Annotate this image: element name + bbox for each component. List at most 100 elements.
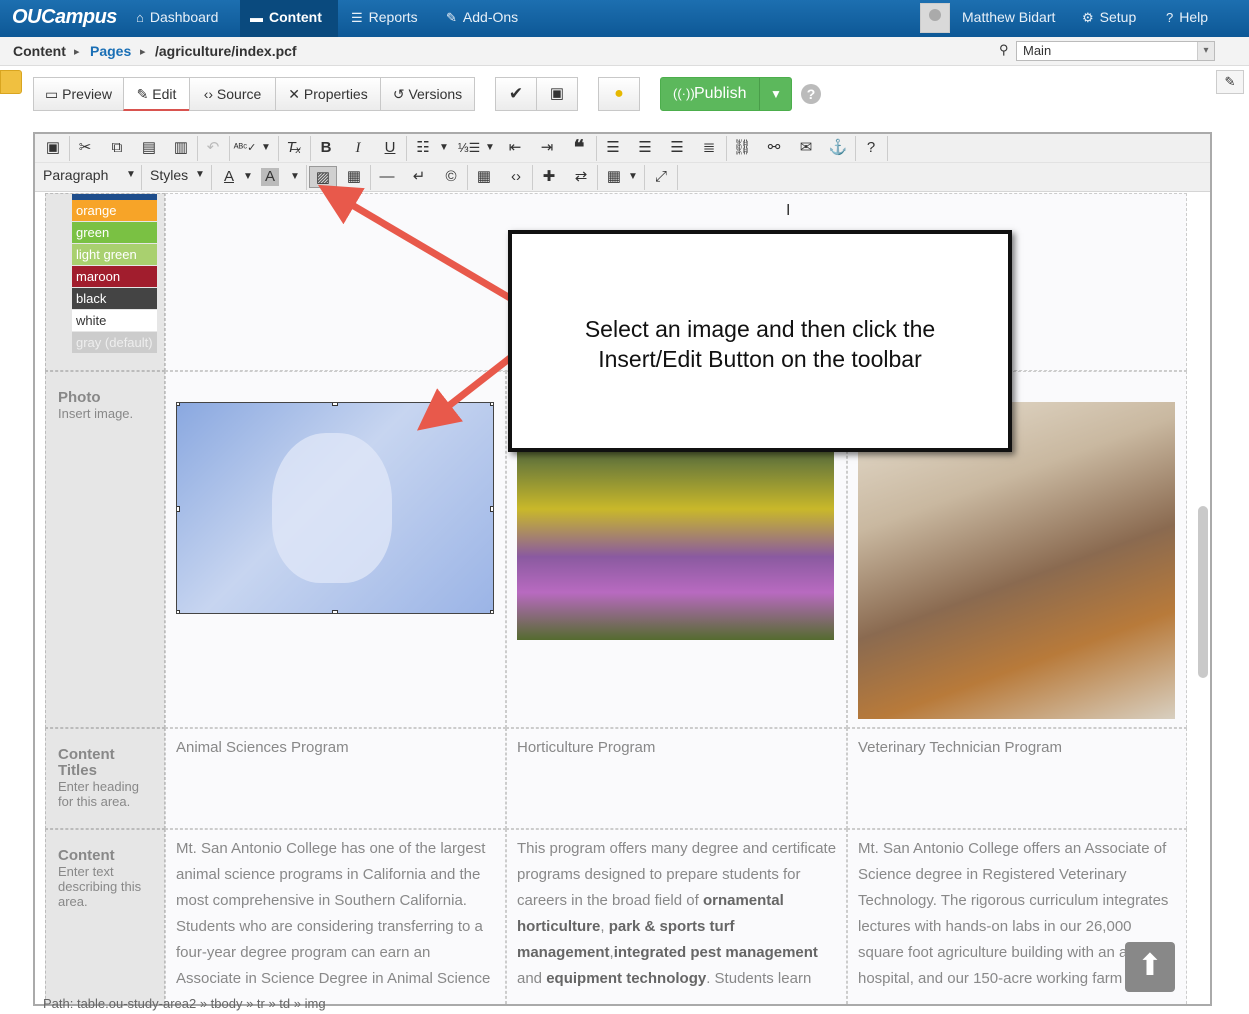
outdent-icon[interactable]: ⇤ [501, 137, 529, 159]
anchor-icon[interactable]: ⚓ [824, 137, 852, 159]
check-in-button[interactable]: ✔ [495, 77, 537, 111]
nav-setup[interactable]: ⚙ Setup [1072, 0, 1146, 37]
resize-handle[interactable] [490, 403, 493, 406]
paste-text-icon[interactable]: ▥ [167, 137, 195, 159]
resize-handle[interactable] [177, 506, 180, 512]
underline-icon[interactable]: U [376, 137, 404, 159]
blockquote-icon[interactable]: ❝ [565, 137, 593, 159]
swatch-label: black [76, 291, 107, 306]
help-circle-icon[interactable]: ? [801, 84, 821, 104]
wrench-icon: ✕ [288, 86, 304, 102]
format-select[interactable]: Paragraph [43, 167, 108, 183]
source-code-icon[interactable]: ‹› [502, 166, 530, 188]
file-sidebar-toggle[interactable] [0, 70, 22, 94]
table-dropdown-icon[interactable]: ▼ [626, 166, 640, 188]
callout-line-1: Select an image and then click the [584, 316, 936, 342]
content-cell-1[interactable]: Mt. San Antonio College has one of the l… [165, 829, 506, 1004]
indent-icon[interactable]: ⇥ [533, 137, 561, 159]
styles-dropdown-icon[interactable]: ▼ [195, 169, 205, 180]
breadcrumb-content[interactable]: Content [13, 43, 66, 59]
italic-icon[interactable]: I [344, 137, 372, 159]
undo-icon[interactable]: ↶ [199, 137, 227, 159]
gadgets-button[interactable]: ● [598, 77, 640, 111]
site-select[interactable]: Main [1016, 41, 1215, 61]
photo-cell-1[interactable] [165, 371, 506, 728]
background-color-icon[interactable]: A [261, 168, 279, 186]
versions-button[interactable]: ↺ Versions [380, 77, 475, 111]
publish-button[interactable]: ((·)) Publish ▼ [660, 77, 792, 111]
line-break-icon[interactable]: ↵ [405, 166, 433, 188]
breadcrumb-pages[interactable]: Pages [90, 43, 131, 59]
spellcheck-dropdown-icon[interactable]: ▼ [259, 137, 273, 159]
insert-snippet-icon[interactable]: ▦ [470, 166, 498, 188]
save-version-button[interactable]: ▣ [536, 77, 578, 111]
publish-label: Publish [694, 85, 747, 102]
title-cell-2[interactable]: Horticulture Program [506, 728, 847, 829]
insert-media-icon[interactable]: ▦ [340, 166, 368, 188]
numbered-list-dropdown-icon[interactable]: ▼ [483, 137, 497, 159]
copy-icon[interactable]: ⧉ [103, 137, 131, 159]
preview-button[interactable]: ▭ Preview [33, 77, 124, 111]
nav-dashboard[interactable]: ⌂ Dashboard [126, 0, 228, 37]
paste-icon[interactable]: ▤ [135, 137, 163, 159]
nav-content[interactable]: ▬ Content [240, 0, 338, 37]
cut-icon[interactable]: ✂ [71, 137, 99, 159]
resize-handle[interactable] [490, 610, 493, 613]
insert-component-icon[interactable]: ✚ [535, 166, 563, 188]
align-justify-icon[interactable]: ≣ [695, 137, 723, 159]
bullet-list-icon[interactable]: ☷ [409, 137, 437, 159]
fullscreen-icon[interactable]: ⤢ [647, 166, 675, 188]
edit-button[interactable]: ✎ Edit [123, 77, 190, 111]
scroll-to-top-button[interactable]: ⬆ [1125, 942, 1175, 992]
source-button[interactable]: ‹› Source [189, 77, 276, 111]
bold-icon[interactable]: B [312, 137, 340, 159]
nav-addons[interactable]: ✎ Add-Ons [436, 0, 528, 37]
properties-button[interactable]: ✕ Properties [275, 77, 381, 111]
content-cell-2[interactable]: This program offers many degree and cert… [506, 829, 847, 1004]
editor-scrollbar[interactable] [1198, 506, 1208, 678]
email-icon[interactable]: ✉ [792, 137, 820, 159]
nav-help-label: Help [1179, 9, 1209, 25]
table-icon[interactable]: ▦ [600, 166, 628, 188]
format-dropdown-icon[interactable]: ▼ [126, 169, 136, 180]
text-color-icon[interactable]: A [215, 166, 243, 188]
unlink-icon[interactable]: ⚯ [760, 137, 788, 159]
text-cursor-icon: I [786, 202, 791, 219]
resize-handle[interactable] [177, 610, 180, 613]
swatch-orange: orange [72, 200, 157, 221]
publish-dropdown-icon[interactable]: ▼ [759, 78, 792, 110]
align-right-icon[interactable]: ☰ [663, 137, 691, 159]
title-cell-1[interactable]: Animal Sciences Program [165, 728, 506, 829]
save-icon[interactable]: ▣ [39, 137, 67, 159]
column-title: Horticulture Program [517, 739, 656, 756]
special-character-icon[interactable]: © [437, 166, 465, 188]
nav-help[interactable]: ? Help [1156, 0, 1218, 37]
clear-formatting-icon[interactable]: T̶ₓ [280, 137, 308, 159]
text-color-dropdown-icon[interactable]: ▼ [241, 166, 255, 188]
title-cell-3[interactable]: Veterinary Technician Program [847, 728, 1187, 829]
find-replace-icon[interactable]: ⇄ [567, 166, 595, 188]
help-icon[interactable]: ? [857, 137, 885, 159]
link-icon[interactable]: ⛓ [728, 137, 756, 159]
resize-handle[interactable] [332, 403, 338, 406]
user-avatar[interactable] [920, 3, 950, 33]
pin-toolbar-icon[interactable]: ✎ [1216, 70, 1244, 94]
editor-toolbar-row1: ▣ ✂ ⧉ ▤ ▥ ↶ ᴬᴮᶜ✓ ▼ T̶ₓ B I U ☷ ▼ ⅓☰ ▼ ⇤ … [35, 134, 1210, 163]
spellcheck-icon[interactable]: ᴬᴮᶜ✓ [231, 137, 259, 159]
resize-handle[interactable] [332, 610, 338, 613]
nav-dashboard-label: Dashboard [149, 9, 219, 25]
bullet-list-dropdown-icon[interactable]: ▼ [437, 137, 451, 159]
insert-image-icon[interactable]: ▨ [309, 166, 337, 188]
align-center-icon[interactable]: ☰ [631, 137, 659, 159]
pig-image[interactable] [176, 402, 494, 614]
nav-reports[interactable]: ☰ Reports [341, 0, 428, 37]
user-name[interactable]: Matthew Bidart [952, 0, 1065, 37]
resize-handle[interactable] [490, 506, 493, 512]
numbered-list-icon[interactable]: ⅓☰ [455, 137, 483, 159]
background-color-dropdown-icon[interactable]: ▼ [288, 166, 302, 188]
styles-select[interactable]: Styles [150, 167, 188, 183]
app-logo[interactable]: OUCampus [12, 6, 117, 29]
align-left-icon[interactable]: ☰ [599, 137, 627, 159]
resize-handle[interactable] [177, 403, 180, 406]
horizontal-rule-icon[interactable]: — [373, 166, 401, 188]
